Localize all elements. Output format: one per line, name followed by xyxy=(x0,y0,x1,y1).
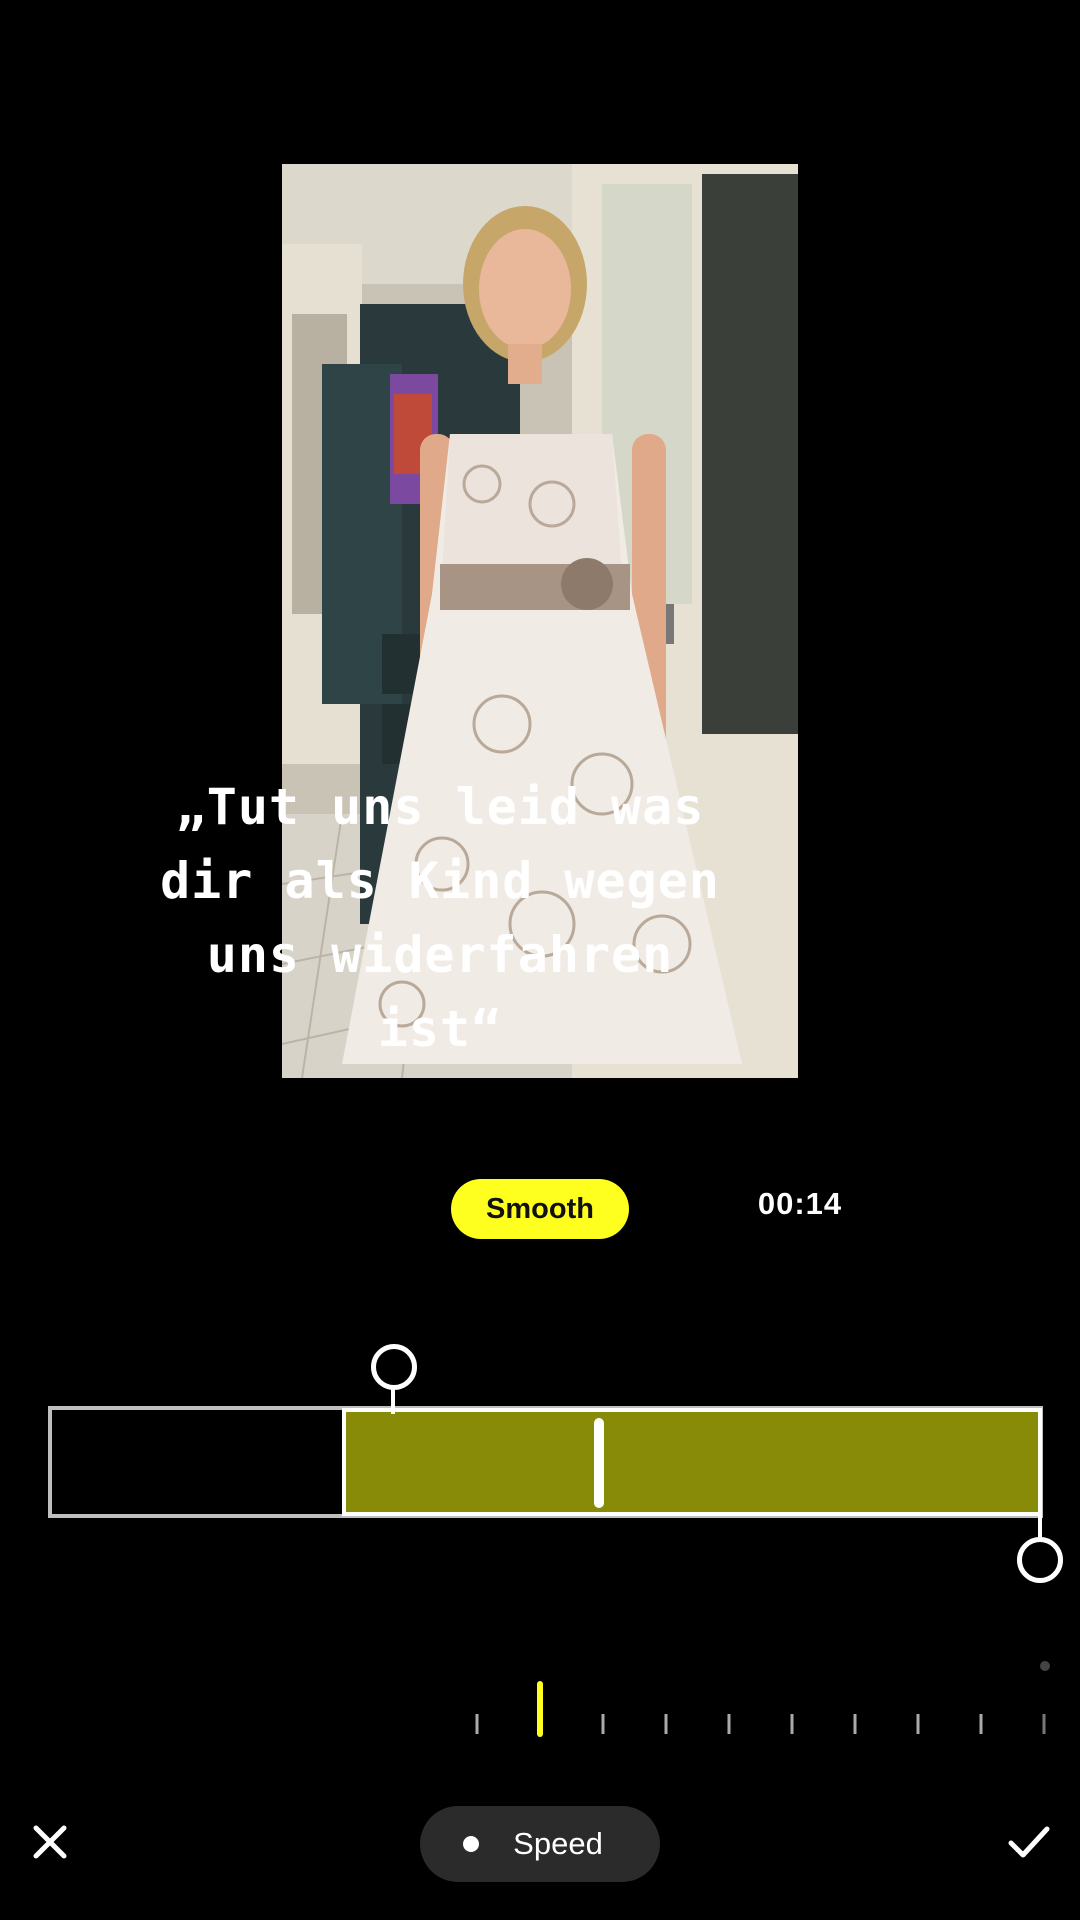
timecode: 00:14 xyxy=(757,1186,843,1221)
close-icon xyxy=(33,1825,67,1859)
speed-tool-button[interactable]: Speed xyxy=(420,1806,660,1882)
speed-dot-icon xyxy=(463,1836,480,1852)
smooth-toggle-button[interactable]: Smooth xyxy=(451,1179,629,1239)
speed-ruler[interactable] xyxy=(470,1660,1050,1740)
speed-label: Speed xyxy=(513,1826,603,1861)
start-trim-handle[interactable] xyxy=(371,1344,417,1390)
close-button[interactable] xyxy=(26,1818,74,1866)
trim-selection xyxy=(342,1408,1042,1516)
confirm-button[interactable] xyxy=(1004,1818,1054,1868)
end-trim-handle[interactable] xyxy=(1017,1537,1063,1583)
playhead[interactable] xyxy=(594,1418,604,1508)
caption-text: „Tut uns leid was dir als Kind wegen uns… xyxy=(160,778,720,1058)
checkmark-icon xyxy=(1008,1826,1050,1858)
